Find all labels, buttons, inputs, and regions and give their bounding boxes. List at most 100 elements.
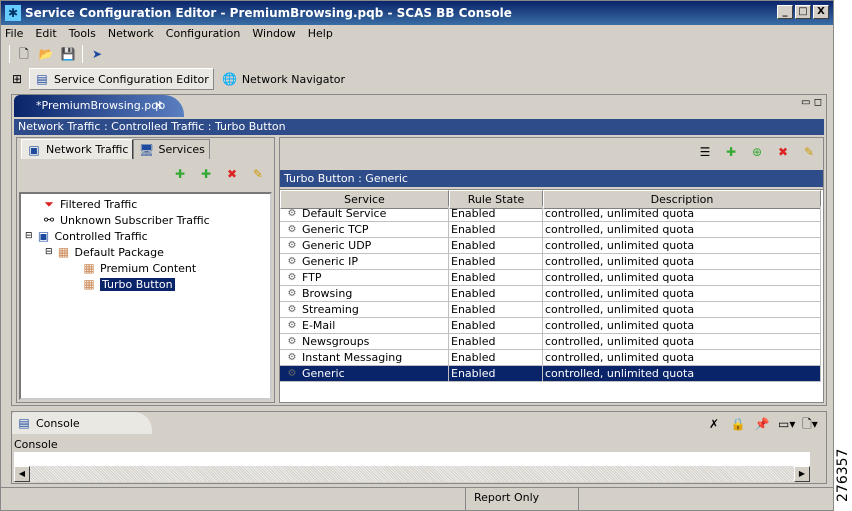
menu-edit[interactable]: Edit — [35, 25, 56, 42]
description-cell: controlled, unlimited quota — [543, 206, 821, 222]
maximize-button[interactable]: □ — [795, 5, 811, 19]
tab-network-traffic[interactable]: ▣ Network Traffic — [21, 139, 134, 159]
console-tab[interactable]: ▤ Console — [12, 412, 152, 434]
service-cell: ⚙ Generic TCP — [280, 222, 449, 238]
service-icon: ⚙ — [287, 368, 297, 379]
service-cell: ⚙ Generic UDP — [280, 238, 449, 254]
scroll-lock-icon[interactable]: 🔒 — [730, 416, 746, 432]
tab-label: Network Traffic — [46, 143, 129, 156]
tree-label: Filtered Traffic — [60, 197, 138, 211]
open-folder-icon[interactable]: 📂 — [38, 46, 54, 62]
service-icon: ⚙ — [287, 272, 297, 283]
open-perspective-icon[interactable]: ⊞ — [9, 71, 25, 87]
table-row[interactable]: ⚙ Default Service Enabled controlled, unlim… — [280, 206, 823, 222]
network-traffic-icon: ▣ — [28, 142, 40, 157]
table-row[interactable]: ⚙ E-Mail Enabled controlled, unlimited quot… — [280, 318, 823, 334]
open-console-icon[interactable]: 🗋▾ — [802, 416, 818, 432]
add-icon[interactable]: ✚ — [198, 166, 214, 182]
tree-label: Turbo Button — [100, 277, 175, 291]
perspective-network-navigator[interactable]: 🌐 Network Navigator — [218, 69, 349, 89]
description-cell: controlled, unlimited quota — [543, 350, 821, 366]
pin-console-icon[interactable]: 📌 — [754, 416, 770, 432]
tree-item-controlled-traffic[interactable]: ⊟ ▣ Controlled Traffic — [25, 228, 148, 244]
console-tab-label: Console — [36, 416, 80, 430]
rule-state-cell: Enabled — [449, 206, 543, 222]
filter-icon: ⏷ — [44, 197, 54, 211]
service-cell: ⚙ FTP — [280, 270, 449, 286]
service-name: Generic — [302, 367, 345, 380]
console-output[interactable] — [14, 452, 810, 466]
edit-icon[interactable]: ✎ — [250, 166, 266, 182]
service-icon: ⚙ — [287, 240, 297, 251]
delete-rule-icon[interactable]: ✖ — [775, 144, 791, 160]
minimize-button[interactable]: _ — [777, 5, 793, 19]
menu-file[interactable]: File — [5, 25, 23, 42]
add-package-icon[interactable]: ✚ — [172, 166, 188, 182]
service-icon: ⚙ — [287, 208, 297, 219]
collapse-icon[interactable]: ⊟ — [25, 231, 33, 241]
save-icon[interactable]: 💾 — [60, 46, 76, 62]
table-row[interactable]: ⚙ FTP Enabled controlled, unlimited quota — [280, 270, 823, 286]
new-file-icon[interactable]: 🗋 — [16, 46, 32, 62]
scroll-left-icon[interactable]: ◀ — [14, 466, 30, 482]
minimize-view-icon[interactable]: ▭ — [801, 97, 810, 108]
tab-services[interactable]: 🖥 Services — [133, 139, 210, 159]
close-tab-icon[interactable]: ✕ — [154, 95, 163, 117]
rule-state-cell: Enabled — [449, 286, 543, 302]
tree-item-default-package[interactable]: ⊟ ▦ Default Package — [45, 244, 164, 260]
scroll-right-icon[interactable]: ▶ — [794, 466, 810, 482]
tree-item-premium-content[interactable]: ▦ Premium Content — [81, 260, 196, 276]
table-row[interactable]: ⚙ Generic IP Enabled controlled, unlimited … — [280, 254, 823, 270]
service-name: Generic UDP — [302, 239, 372, 252]
main-toolbar: 🗋 📂 💾 ➤ — [9, 44, 105, 64]
tree-item-turbo-button[interactable]: ▦ Turbo Button — [81, 276, 175, 292]
separator — [9, 45, 10, 63]
service-name: Generic IP — [302, 255, 359, 268]
horizontal-scrollbar[interactable]: ◀ ▶ — [14, 466, 810, 482]
status-mode: Report Only — [465, 488, 579, 510]
tree-item-filtered-traffic[interactable]: ⏷ Filtered Traffic — [41, 196, 137, 212]
description-cell: controlled, unlimited quota — [543, 286, 821, 302]
tree-label: Controlled Traffic — [54, 229, 148, 243]
collapse-icon[interactable]: ⊟ — [45, 247, 53, 257]
service-cell: ⚙ E-Mail — [280, 318, 449, 334]
tree-item-unknown-subscriber-traffic[interactable]: ⚯ Unknown Subscriber Traffic — [41, 212, 210, 228]
table-row[interactable]: ⚙ Streaming Enabled controlled, unlimited q… — [280, 302, 823, 318]
service-name: Streaming — [302, 303, 359, 316]
delete-icon[interactable]: ✖ — [224, 166, 240, 182]
rule-state-cell: Enabled — [449, 302, 543, 318]
service-icon: ⚙ — [287, 304, 297, 315]
description-cell: controlled, unlimited quota — [543, 318, 821, 334]
table-row[interactable]: ⚙ Generic TCP Enabled controlled, unlimited… — [280, 222, 823, 238]
figure-number: 276357 — [835, 448, 851, 502]
menu-configuration[interactable]: Configuration — [166, 25, 241, 42]
perspective-service-configuration-editor[interactable]: ▤ Service Configuration Editor — [29, 68, 214, 90]
table-row[interactable]: ⚙ Browsing Enabled controlled, unlimited qu… — [280, 286, 823, 302]
add-rule-icon[interactable]: ✚ — [723, 144, 739, 160]
description-cell: controlled, unlimited quota — [543, 334, 821, 350]
rule-state-cell: Enabled — [449, 366, 543, 382]
maximize-view-icon[interactable]: ◻ — [814, 97, 822, 108]
rule-state-cell: Enabled — [449, 222, 543, 238]
app-window: ✱ Service Configuration Editor - Premium… — [0, 0, 834, 511]
rule-state-cell: Enabled — [449, 238, 543, 254]
menu-help[interactable]: Help — [308, 25, 333, 42]
table-row[interactable]: ⚙ Newsgroups Enabled controlled, unlimited … — [280, 334, 823, 350]
menu-network[interactable]: Network — [108, 25, 154, 42]
add-service-rule-icon[interactable]: ⊕ — [749, 144, 765, 160]
network-icon: ⚯ — [43, 213, 55, 227]
table-row[interactable]: ⚙ Generic UDP Enabled controlled, unlimited… — [280, 238, 823, 254]
clear-console-icon[interactable]: ✗ — [706, 416, 722, 432]
close-button[interactable]: X — [813, 5, 829, 19]
tree-label: Premium Content — [100, 261, 197, 275]
menu-tools[interactable]: Tools — [69, 25, 96, 42]
edit-rule-icon[interactable]: ✎ — [801, 144, 817, 160]
table-row[interactable]: ⚙ Generic Enabled controlled, unlimited quo… — [280, 366, 823, 382]
filter-list-icon[interactable]: ☰ — [697, 144, 713, 160]
table-row[interactable]: ⚙ Instant Messaging Enabled controlled, unl… — [280, 350, 823, 366]
menu-window[interactable]: Window — [252, 25, 295, 42]
display-console-icon[interactable]: ▭▾ — [778, 416, 795, 432]
apply-arrows-icon[interactable]: ➤ — [89, 46, 105, 62]
editor-tab[interactable]: *PremiumBrowsing.pqb ✕ — [14, 95, 184, 117]
menu-bar: File Edit Tools Network Configuration Wi… — [5, 25, 333, 42]
